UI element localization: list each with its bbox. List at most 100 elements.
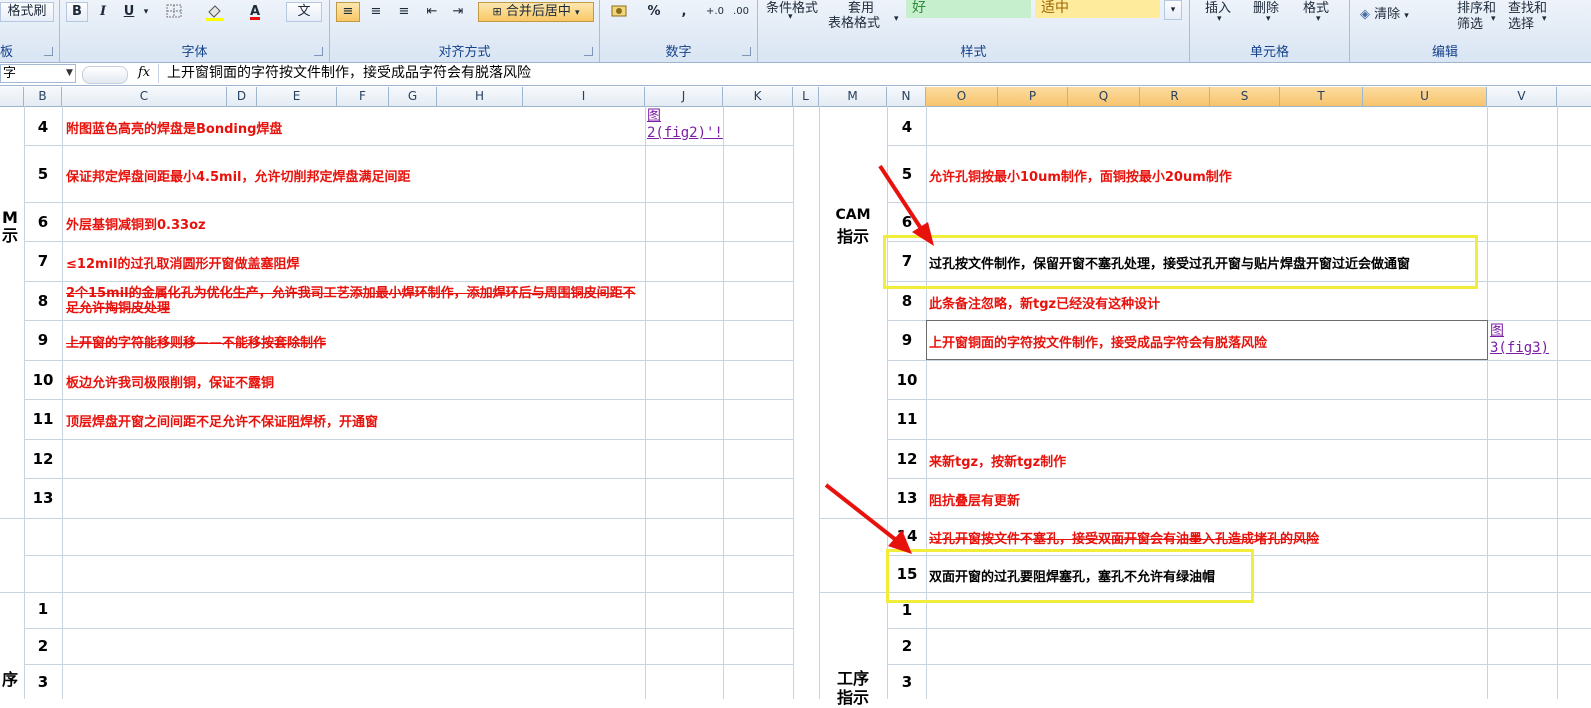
right-row-number: 6 (901, 213, 913, 231)
column-header-M[interactable]: M (819, 87, 887, 106)
fx-icon[interactable]: fx (138, 65, 150, 80)
right-row-number: 14 (896, 527, 918, 545)
column-header-L[interactable]: L (793, 87, 819, 106)
bold-button[interactable]: B (66, 2, 88, 22)
right-remark-14[interactable]: 过孔开窗按文件不塞孔，接受双面开窗会有油墨入孔造成堵孔的风险 (929, 528, 1319, 547)
align-right-icon[interactable]: ≡ (392, 2, 416, 22)
name-box-dropdown-icon[interactable]: ▼ (66, 64, 73, 83)
left-remark-5[interactable]: 保证邦定焊盘间距最小4.5mil，允许切削邦定焊盘满足间距 (66, 166, 411, 185)
increase-indent-icon[interactable]: ⇥ (446, 2, 470, 22)
percent-button[interactable]: % (642, 2, 666, 22)
left-remark-11[interactable]: 顶层焊盘开窗之间间距不足允许不保证阻焊桥，开通窗 (66, 411, 378, 430)
find-select-button[interactable]: 选择 (1508, 13, 1534, 32)
left-remark-6[interactable]: 外层基铜减铜到0.33oz (66, 214, 206, 233)
align-left-icon[interactable]: ≡ (336, 2, 360, 22)
number-group-label: 数字 (665, 45, 692, 60)
eraser-icon: ◈ (1360, 7, 1370, 22)
column-header-A[interactable] (0, 87, 24, 106)
column-header-I[interactable]: I (523, 87, 645, 106)
column-header-U[interactable]: U (1363, 87, 1487, 106)
decrease-decimal-button[interactable]: .00 (728, 2, 754, 22)
column-header-E[interactable]: E (257, 87, 337, 106)
column-header-V[interactable]: V (1487, 87, 1557, 106)
left-remark-4[interactable]: 附图蓝色高亮的焊盘是Bonding焊盘 (66, 118, 282, 137)
decrease-indent-icon[interactable]: ⇤ (420, 2, 444, 22)
gridline (887, 202, 1591, 203)
merge-center-button[interactable]: ⊞ 合并后居中 ▾ (478, 2, 594, 22)
name-box[interactable]: 字 (0, 64, 76, 83)
format-dropdown-icon[interactable]: ▾ (1316, 14, 1321, 24)
column-header-S[interactable]: S (1210, 87, 1280, 106)
table-format-dropdown-icon[interactable]: ▾ (894, 14, 899, 24)
alignment-launcher-icon[interactable] (584, 47, 593, 56)
column-header-T[interactable]: T (1280, 87, 1363, 106)
fig3-link[interactable]: 图 3(fig3) (1490, 323, 1560, 357)
column-header-H[interactable]: H (437, 87, 523, 106)
left-remark-9[interactable]: 上开窗的字符能移则移——不能移按套除制作 (66, 332, 326, 351)
number-launcher-icon[interactable] (742, 47, 751, 56)
right-row-number: 1 (901, 601, 913, 619)
column-header-B[interactable]: B (24, 87, 62, 106)
styles-more-icon[interactable]: ▾ (1164, 0, 1182, 20)
gridline (24, 628, 793, 629)
column-header-C[interactable]: C (62, 87, 227, 106)
gridline (24, 281, 793, 282)
font-launcher-icon[interactable] (314, 47, 323, 56)
sort-filter-dropdown-icon[interactable]: ▾ (1491, 14, 1496, 24)
accounting-format-icon[interactable] (606, 2, 636, 22)
gridline (24, 399, 793, 400)
column-header-J[interactable]: J (645, 87, 723, 106)
font-color-icon[interactable]: A (240, 2, 270, 22)
left-row-number: 3 (37, 673, 49, 691)
right-remark-9[interactable]: 上开窗铜面的字符按文件制作，接受成品字符会有脱落风险 (929, 332, 1267, 351)
formula-input[interactable]: 上开窗铜面的字符按文件制作，接受成品字符会有脱落风险 (158, 64, 1591, 83)
comma-button[interactable]: , (672, 2, 696, 22)
format-painter-button[interactable]: 格式刷 (0, 2, 54, 22)
fig2-link[interactable]: 图 2(fig2)'! (647, 108, 723, 142)
style-neutral-cell[interactable]: 适中 (1035, 0, 1160, 18)
column-header-O[interactable]: O (926, 87, 998, 106)
right-remark-12[interactable]: 来新tgz，按新tgz制作 (929, 451, 1066, 470)
conditional-format-dropdown-icon[interactable]: ▾ (788, 12, 793, 22)
fill-color-icon[interactable] (200, 2, 230, 22)
column-header-R[interactable]: R (1140, 87, 1210, 106)
underline-dropdown-icon[interactable]: ▾ (140, 2, 152, 22)
right-remark-8[interactable]: 此条备注忽略，新tgz已经没有这种设计 (929, 293, 1160, 312)
delete-dropdown-icon[interactable]: ▾ (1266, 14, 1271, 24)
insert-dropdown-icon[interactable]: ▾ (1217, 14, 1222, 24)
border-icon[interactable] (160, 2, 188, 22)
worksheet-grid[interactable]: M 示 序 4 5 6 7 8 9 10 11 12 13 1 2 3 附图蓝色… (0, 106, 1591, 707)
left-remark-10[interactable]: 板边允许我司极限削铜，保证不露铜 (66, 372, 274, 391)
underline-button[interactable]: U (118, 2, 140, 22)
sort-filter-button[interactable]: 筛选 (1457, 13, 1483, 32)
phonetic-button[interactable]: 文 (286, 2, 322, 22)
column-header-K[interactable]: K (723, 87, 793, 106)
right-remark-13[interactable]: 阻抗叠层有更新 (929, 490, 1020, 509)
right-remark-5[interactable]: 允许孔铜按最小10um制作，面铜按最小20um制作 (929, 166, 1232, 185)
increase-decimal-button[interactable]: +.0 (702, 2, 728, 22)
right-row-number: 10 (896, 371, 918, 389)
style-good-cell[interactable]: 好 (906, 0, 1031, 18)
formula-bar-handle[interactable] (82, 66, 128, 84)
right-row-number: 12 (896, 450, 918, 468)
align-center-icon[interactable]: ≡ (364, 2, 388, 22)
gridline (0, 592, 793, 593)
italic-button[interactable]: I (92, 2, 114, 22)
column-header-G[interactable]: G (389, 87, 437, 106)
left-remark-8[interactable]: 2个15mil的金属化孔为优化生产，允许我司工艺添加最小焊环制作，添加焊环后与周… (66, 286, 641, 316)
left-row-number: 10 (32, 371, 54, 389)
column-header-Q[interactable]: Q (1068, 87, 1140, 106)
table-format-button[interactable]: 表格格式 (828, 12, 880, 31)
column-header-F[interactable]: F (337, 87, 389, 106)
column-header-N[interactable]: N (887, 87, 926, 106)
column-header-P[interactable]: P (998, 87, 1068, 106)
right-cam-label-2: 指示 (836, 227, 869, 246)
clear-button[interactable]: ◈ 清除 ▾ (1360, 3, 1409, 22)
font-group: B I U ▾ A 文 字体 (60, 0, 330, 62)
column-header-W[interactable] (1557, 87, 1591, 106)
left-remark-7[interactable]: ≤12mil的过孔取消圆形开窗做盖塞阻焊 (66, 253, 299, 272)
find-select-dropdown-icon[interactable]: ▾ (1542, 14, 1547, 24)
clipboard-launcher-icon[interactable] (44, 47, 53, 56)
right-row-number: 13 (896, 489, 918, 507)
column-header-D[interactable]: D (227, 87, 257, 106)
